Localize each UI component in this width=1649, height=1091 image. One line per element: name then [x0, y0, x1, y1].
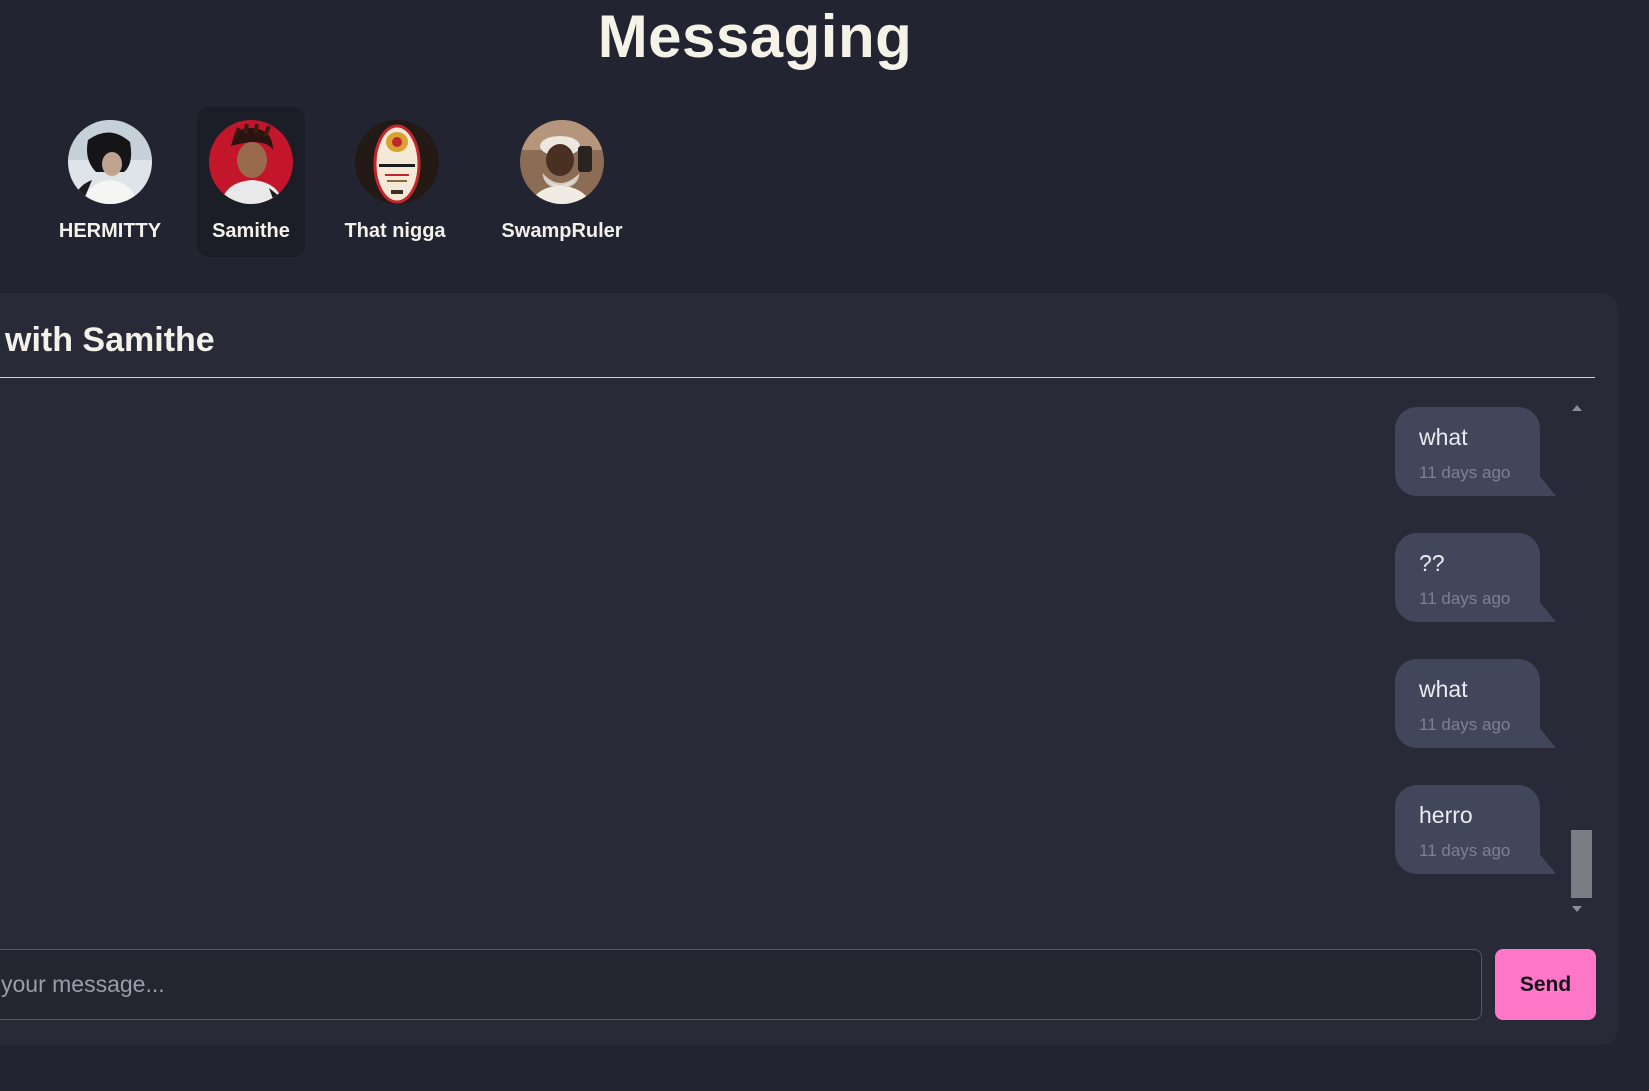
contact-item-partial[interactable]: 3: [0, 107, 20, 257]
avatar-photo-icon: [520, 120, 604, 204]
messaging-page: Messaging 3 HERMITTY: [0, 0, 1649, 1091]
contact-item-samithe[interactable]: Samithe: [197, 107, 305, 257]
message-input[interactable]: [0, 949, 1482, 1020]
message-scrollbar-thumb[interactable]: [1571, 830, 1592, 898]
contact-item-hermitty[interactable]: HERMITTY: [50, 107, 170, 257]
chat-title: with Samithe: [5, 321, 215, 359]
contact-item-swampruler[interactable]: SwampRuler: [490, 107, 634, 257]
page-title: Messaging: [597, 3, 913, 70]
avatar-photo-icon: [68, 120, 152, 204]
message-bubble: ?? 11 days ago: [1395, 533, 1556, 622]
chat-panel: with Samithe what 11 days ago ?? 11 days…: [0, 293, 1618, 1045]
scroll-up-arrow-icon[interactable]: [1572, 405, 1582, 411]
contact-name: That nigga: [344, 220, 446, 242]
message-bubble: herro 11 days ago: [1395, 785, 1556, 874]
send-button[interactable]: Send: [1495, 949, 1596, 1020]
message-timestamp: 11 days ago: [1419, 589, 1511, 608]
scroll-down-arrow-icon[interactable]: [1572, 906, 1582, 912]
contact-name: Samithe: [212, 220, 290, 242]
message-bubble: what 11 days ago: [1395, 659, 1556, 748]
avatar-photo-icon: [209, 120, 293, 204]
message-text: what: [1419, 424, 1468, 450]
contact-item-that-nigga[interactable]: That nigga: [335, 107, 455, 257]
message-text: herro: [1419, 802, 1473, 828]
contact-name: HERMITTY: [58, 220, 162, 242]
message-timestamp: 11 days ago: [1419, 715, 1511, 734]
avatar-bottle-label-icon: [355, 120, 439, 204]
contact-list: 3 HERMITTY: [0, 107, 700, 257]
message-timestamp: 11 days ago: [1419, 841, 1511, 860]
chat-divider: [0, 377, 1595, 378]
message-timestamp: 11 days ago: [1419, 463, 1511, 482]
message-text: ??: [1419, 550, 1445, 576]
contact-name: SwampRuler: [501, 220, 623, 242]
message-list: what 11 days ago ?? 11 days ago what 11 …: [0, 393, 1595, 913]
message-bubble: what 11 days ago: [1395, 407, 1556, 496]
message-text: what: [1419, 676, 1468, 702]
